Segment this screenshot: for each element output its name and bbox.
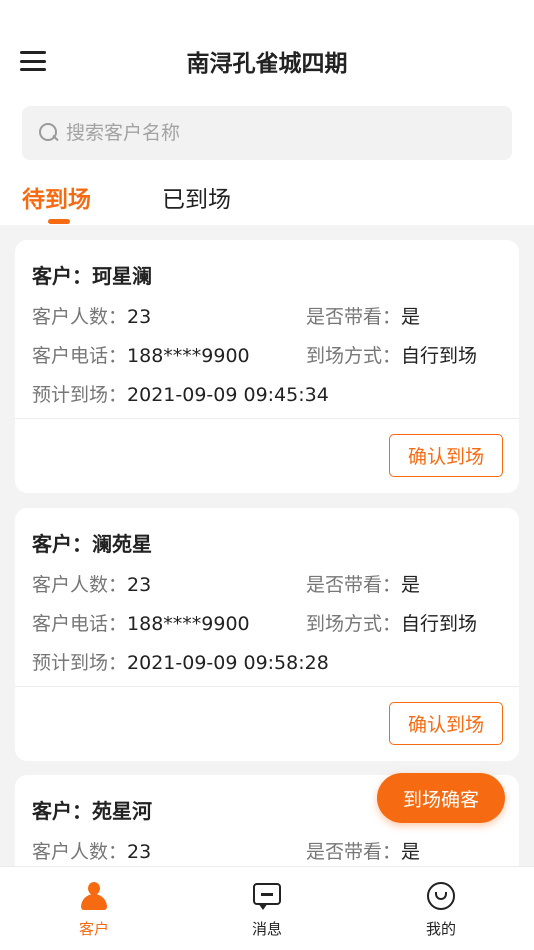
arrival-method: 到场方式：自行到场 — [306, 345, 478, 367]
expected-arrival: 预计到场：2021-09-09 09:58:28 — [32, 652, 329, 674]
expected-arrival: 预计到场：2021-09-09 09:45:34 — [32, 384, 329, 406]
customer-count: 客户人数：23 — [32, 306, 152, 328]
tab-pending[interactable]: 待到场 — [22, 180, 91, 214]
message-icon — [252, 881, 282, 911]
customer-name: 客户：珂星澜 — [32, 264, 152, 288]
top-bar: 南浔孔雀城四期 待到场 已到场 — [0, 0, 534, 225]
customer-name: 客户：苑星河 — [32, 799, 152, 823]
customer-card: 客户：澜苑星 客户人数：23 是否带看：是 客户电话：188****9900 到… — [15, 508, 519, 761]
escort-status: 是否带看：是 — [306, 841, 421, 863]
escort-status: 是否带看：是 — [306, 574, 421, 596]
nav-label: 我的 — [425, 920, 456, 938]
search-icon — [38, 122, 60, 144]
customer-count: 客户人数：23 — [32, 574, 152, 596]
tab-arrived[interactable]: 已到场 — [162, 180, 231, 214]
customer-phone: 客户电话：188****9900 — [32, 345, 250, 367]
search-bar[interactable] — [22, 106, 512, 160]
confirm-arrival-button[interactable]: 确认到场 — [389, 702, 503, 745]
smile-icon — [426, 881, 456, 911]
active-tab-indicator — [48, 219, 70, 224]
page-title: 南浔孔雀城四期 — [186, 51, 348, 77]
card-divider — [15, 686, 519, 687]
nav-label: 客户 — [78, 920, 109, 938]
customer-card: 客户：珂星澜 客户人数：23 是否带看：是 客户电话：188****9900 到… — [15, 240, 519, 493]
customer-count: 客户人数：23 — [32, 841, 152, 863]
bottom-nav: 客户 消息 我的 — [0, 866, 534, 950]
nav-item-customers[interactable]: 客户 — [34, 867, 154, 950]
arrival-method: 到场方式：自行到场 — [306, 613, 478, 635]
search-input[interactable] — [66, 122, 486, 144]
card-divider — [15, 418, 519, 419]
person-icon — [79, 881, 109, 911]
nav-item-messages[interactable]: 消息 — [207, 867, 327, 950]
customer-name: 客户：澜苑星 — [32, 532, 152, 556]
escort-status: 是否带看：是 — [306, 306, 421, 328]
arrival-confirm-fab[interactable]: 到场确客 — [377, 773, 505, 823]
customer-phone: 客户电话：188****9900 — [32, 613, 250, 635]
nav-item-profile[interactable]: 我的 — [381, 867, 501, 950]
confirm-arrival-button[interactable]: 确认到场 — [389, 434, 503, 477]
nav-label: 消息 — [251, 920, 282, 938]
